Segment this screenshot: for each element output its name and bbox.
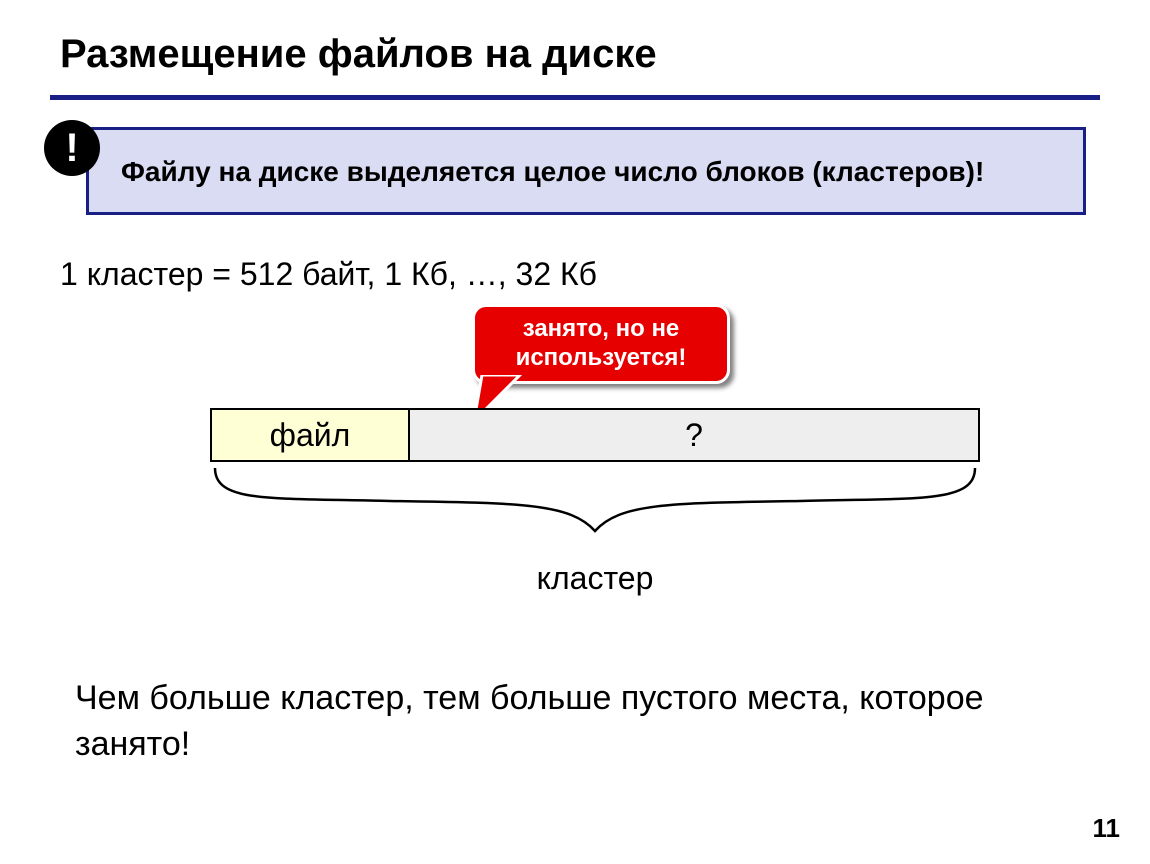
callout-box: Файлу на диске выделяется целое число бл… xyxy=(86,127,1086,215)
speech-bubble-text: занято, но не используется! xyxy=(485,315,717,373)
slide: Размещение файлов на диске Файлу на диск… xyxy=(0,0,1150,864)
cluster-diagram: файл ? xyxy=(210,408,980,462)
conclusion-text: Чем больше кластер, тем больше пустого м… xyxy=(75,676,1035,768)
brace-label: кластер xyxy=(210,560,980,597)
cluster-size-text: 1 кластер = 512 байт, 1 Кб, …, 32 Кб xyxy=(60,256,597,293)
slide-title: Размещение файлов на диске xyxy=(60,32,657,77)
bar-segment-unused: ? xyxy=(410,408,980,462)
page-number: 11 xyxy=(1093,813,1121,844)
exclamation-icon: ! xyxy=(44,120,100,176)
callout-text: Файлу на диске выделяется целое число бл… xyxy=(121,154,984,189)
title-underline xyxy=(50,95,1100,100)
unused-label: ? xyxy=(685,417,703,454)
callout-badge-text: ! xyxy=(65,126,78,171)
brace-icon xyxy=(210,463,980,543)
cluster-bar: файл ? xyxy=(210,408,980,462)
bar-segment-file: файл xyxy=(210,408,410,462)
file-label: файл xyxy=(270,417,351,454)
speech-bubble: занято, но не используется! xyxy=(472,304,730,384)
